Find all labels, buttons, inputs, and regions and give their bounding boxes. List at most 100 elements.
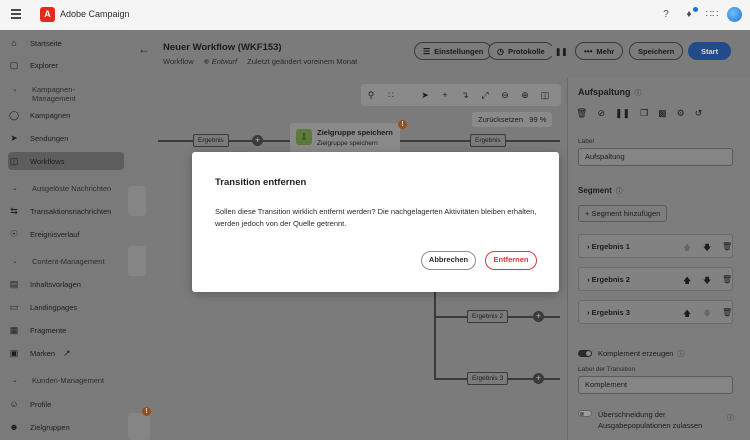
segment-heading: Segment ⓘ — [578, 186, 623, 196]
section-content-management[interactable]: ⌄ Content-Management — [12, 257, 105, 266]
connector-icon[interactable]: ↴ — [455, 90, 475, 101]
help-icon[interactable]: ⓘ — [727, 413, 734, 423]
copy-icon[interactable]: ❐ — [640, 108, 648, 119]
sidebar-item-startseite[interactable]: ⌂ Startseite — [8, 35, 124, 51]
segment-row[interactable]: › Ergebnis 2 🡅 🡇 🗑 — [578, 267, 733, 291]
history-icon: ☉ — [9, 229, 19, 239]
collapse-icon[interactable]: ⤢ — [475, 90, 495, 101]
panel-action-icons: 🗑 ⊘ ❚❚ ❐ ▩ ⚙ ↺ — [576, 108, 702, 119]
last-modified: Zuletzt geändert voreinem Monat — [247, 57, 358, 66]
more-label: Mehr — [596, 46, 615, 56]
complement-text: Komplement erzeugen — [598, 349, 674, 358]
edge-label[interactable]: Ergebnis — [193, 134, 229, 147]
sidebar: ⌂ Startseite ▢ Explorer ⌄ Kampagnen- Managem… — [0, 30, 128, 440]
zoom-in-icon[interactable]: ⊕ — [515, 90, 535, 101]
sidebar-item-workflows[interactable]: ◫ Workflows — [8, 152, 124, 170]
apps-grid-icon[interactable]: ∷∷ — [705, 8, 719, 22]
breadcrumb: Workflow Entwurf Zuletzt geändert vorein… — [163, 57, 357, 66]
move-down-icon[interactable]: 🡇 — [703, 308, 711, 322]
duplicate-icon[interactable]: ▩ — [658, 108, 667, 119]
move-down-icon[interactable]: 🡇 — [703, 242, 711, 256]
hamburger-menu-icon[interactable] — [11, 9, 21, 19]
sidebar-item-inhaltsvorlagen[interactable]: ▤ Inhaltsvorlagen — [8, 276, 124, 292]
add-node-icon[interactable]: + — [252, 135, 263, 146]
help-icon[interactable]: ⓘ — [635, 90, 642, 97]
audience-icon: ☻ — [9, 422, 19, 432]
back-arrow-icon[interactable]: ← — [138, 42, 150, 56]
panel-title: Aufspaltung ⓘ — [578, 87, 642, 98]
delete-icon[interactable]: 🗑 — [576, 108, 587, 119]
sidebar-item-landingpages[interactable]: ▭ Landingpages — [8, 299, 124, 315]
add-node-icon[interactable]: + — [533, 373, 544, 384]
pointer-icon[interactable]: ➤ — [415, 90, 435, 101]
transaction-icon: ⇆ — [10, 206, 18, 216]
help-icon[interactable]: ? — [659, 8, 673, 22]
sidebar-item-sendungen[interactable]: ➤ Sendungen — [8, 130, 124, 146]
edge-label[interactable]: Ergebnis 2 — [467, 310, 509, 323]
pause-icon[interactable]: ❚❚ — [615, 108, 630, 119]
sidebar-item-fragmente[interactable]: ▦ Fragmente — [8, 322, 124, 338]
segment-row[interactable]: › Ergebnis 3 🡅 🡇 🗑 — [578, 300, 733, 324]
section-triggered-messages[interactable]: ⌄ Ausgelöste Nachrichten — [12, 184, 111, 193]
overlap-toggle[interactable] — [578, 410, 592, 417]
sidebar-item-kampagnen[interactable]: ◯ Kampagnen — [8, 107, 124, 123]
activity-node-save-audience[interactable]: ⇩ Zielgruppe speichern Zielgruppe speich… — [290, 123, 400, 153]
sidebar-item-label: Kampagnen — [30, 110, 71, 120]
section-campaign-management[interactable]: ⌄ Kampagnen- Management — [12, 85, 76, 103]
move-down-icon[interactable]: 🡇 — [703, 275, 711, 289]
zoom-out-icon[interactable]: ⊖ — [495, 90, 515, 101]
history-icon[interactable]: ↺ — [695, 108, 703, 119]
sidebar-item-label: Sendungen — [30, 133, 69, 143]
remove-button[interactable]: Entfernen — [485, 251, 537, 270]
sidebar-item-ereignisverlauf[interactable]: ☉ Ereignisverlauf — [8, 226, 124, 242]
grid-icon[interactable]: ∷ — [381, 90, 401, 101]
disable-icon[interactable]: ⊘ — [597, 108, 605, 119]
move-up-icon[interactable]: 🡅 — [683, 308, 691, 322]
delete-icon[interactable]: 🗑 — [722, 308, 732, 317]
transition-label-field[interactable]: Komplement — [578, 376, 733, 394]
sidebar-item-profile[interactable]: ☺ Profile — [8, 396, 124, 412]
gear-icon[interactable]: ⚙ — [677, 108, 685, 119]
section-label: Kunden-Management — [32, 376, 105, 385]
chevron-down-icon: ⌄ — [12, 258, 18, 265]
more-button[interactable]: ••• Mehr — [575, 42, 624, 60]
help-icon[interactable]: ⓘ — [616, 188, 623, 195]
edge-label[interactable]: Ergebnis 3 — [467, 372, 509, 385]
logs-button[interactable]: ◷ Protokolle — [488, 42, 554, 60]
edge-label[interactable]: Ergebnis — [470, 134, 506, 147]
chevron-down-icon: ⌄ — [12, 377, 18, 384]
zoom-reset[interactable]: Zurücksetzen 99 % — [472, 112, 553, 127]
delete-icon[interactable]: 🗑 — [722, 242, 732, 251]
cancel-button[interactable]: Abbrechen — [421, 251, 476, 270]
sidebar-item-transaktionsnachrichten[interactable]: ⇆ Transaktionsnachrichten — [8, 203, 124, 219]
search-icon[interactable]: ⚲ — [361, 90, 381, 101]
delete-icon[interactable]: 🗑 — [722, 275, 732, 284]
sidebar-item-label: Fragmente — [30, 325, 67, 335]
add-icon[interactable]: + — [435, 90, 455, 100]
plus-icon: + — [585, 209, 590, 218]
segment-row[interactable]: › Ergebnis 1 🡅 🡇 🗑 — [578, 234, 733, 258]
canvas-toolbar: ⚲ ∷ ➤ + ↴ ⤢ ⊖ ⊕ ◫ — [361, 84, 561, 106]
label-field[interactable]: Aufspaltung — [578, 148, 733, 166]
move-up-icon[interactable]: 🡅 — [683, 275, 691, 289]
add-segment-button[interactable]: + Segment hinzufügen — [578, 205, 668, 222]
sidebar-item-explorer[interactable]: ▢ Explorer — [8, 57, 124, 73]
warning-icon: ! — [142, 407, 151, 416]
bell-icon[interactable]: ♦ — [682, 7, 698, 22]
sidebar-item-zielgruppen[interactable]: ☻ Zielgruppen — [8, 419, 124, 435]
layout-icon[interactable]: ◫ — [535, 90, 555, 101]
start-button[interactable]: Start — [688, 42, 732, 60]
sidebar-item-marken[interactable]: ▣ Marken ↗ — [8, 345, 124, 361]
avatar[interactable] — [727, 7, 742, 22]
breadcrumb-workflow[interactable]: Workflow — [163, 57, 194, 66]
sidebar-item-label: Marken — [30, 348, 56, 358]
save-button[interactable]: Speichern — [629, 42, 684, 60]
add-node-icon[interactable]: + — [533, 311, 544, 322]
help-icon[interactable]: ⓘ — [677, 351, 684, 358]
pause-icon[interactable]: ❚❚ — [550, 42, 573, 60]
campaign-icon: ◯ — [8, 110, 20, 120]
section-customer-management[interactable]: ⌄ Kunden-Management — [12, 376, 104, 385]
move-up-icon[interactable]: 🡅 — [683, 242, 691, 256]
complement-toggle[interactable] — [578, 350, 592, 357]
settings-button[interactable]: ☰ Einstellungen — [414, 42, 493, 60]
